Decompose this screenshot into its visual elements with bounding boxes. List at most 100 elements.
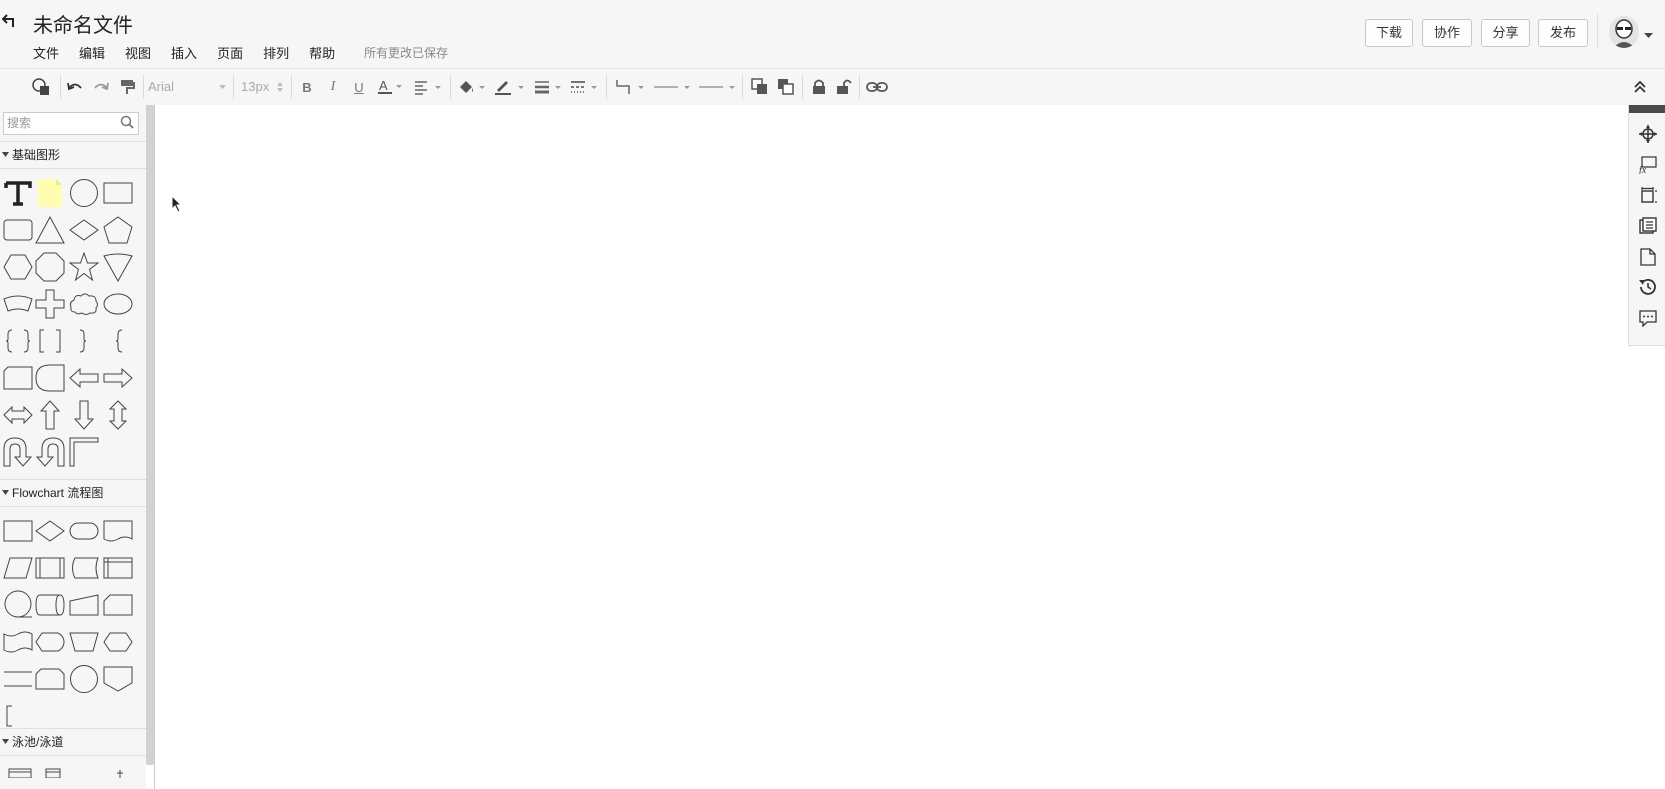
shape-rounded-rectangle[interactable] <box>2 214 34 246</box>
flow-manual-input[interactable] <box>68 589 100 621</box>
shape-cross[interactable] <box>34 288 66 320</box>
search-icon[interactable] <box>120 115 134 134</box>
share-button[interactable]: 分享 <box>1481 19 1530 47</box>
line-end-icon[interactable] <box>697 77 737 97</box>
flow-paper-tape[interactable] <box>2 626 34 658</box>
formula-icon[interactable]: fx <box>1637 154 1659 176</box>
unlock-icon[interactable] <box>835 77 853 97</box>
dimensions-icon[interactable] <box>1637 184 1659 206</box>
user-avatar[interactable] <box>1609 16 1639 48</box>
shapes-icon[interactable] <box>30 77 52 97</box>
flow-manual-operation[interactable] <box>68 626 100 658</box>
flow-sequential-data[interactable] <box>2 589 34 621</box>
shape-corner[interactable] <box>68 436 100 468</box>
menu-edit[interactable]: 编辑 <box>79 43 105 62</box>
page-setup-icon[interactable] <box>1637 215 1659 237</box>
flow-internal-storage[interactable] <box>102 552 134 584</box>
avatar-dropdown-icon[interactable] <box>1644 26 1653 44</box>
line-color-icon[interactable] <box>494 77 526 97</box>
comments-icon[interactable] <box>1637 307 1659 329</box>
flow-document[interactable] <box>102 515 134 547</box>
flow-display[interactable] <box>34 626 66 658</box>
format-painter-icon[interactable] <box>118 77 136 97</box>
redo-icon[interactable] <box>92 77 110 97</box>
font-family-select[interactable]: Arial <box>148 77 228 97</box>
category-swimlanes[interactable]: 泳池/泳道 <box>0 728 146 756</box>
underline-icon[interactable]: U <box>351 77 367 97</box>
shape-u-turn-arrow-left[interactable] <box>34 436 66 468</box>
shape-left-right-arrow[interactable] <box>2 399 34 431</box>
menu-page[interactable]: 页面 <box>217 43 243 62</box>
drawing-canvas[interactable] <box>154 105 1631 789</box>
connector-type-icon[interactable] <box>614 77 646 97</box>
collaborate-button[interactable]: 协作 <box>1422 19 1472 47</box>
bring-to-front-icon[interactable] <box>750 77 770 97</box>
shape-pentagon[interactable] <box>102 214 134 246</box>
line-width-icon[interactable] <box>533 77 563 97</box>
shape-left-brace[interactable] <box>102 325 134 357</box>
shape-triangle[interactable] <box>34 214 66 246</box>
shape-star[interactable] <box>68 251 100 283</box>
shape-delay[interactable] <box>34 362 66 394</box>
shape-text[interactable] <box>2 177 34 209</box>
flow-off-page-reference[interactable] <box>102 663 134 695</box>
menu-file[interactable]: 文件 <box>33 43 59 62</box>
flow-direct-data[interactable] <box>34 589 66 621</box>
shape-braces[interactable] <box>2 325 34 357</box>
shape-diamond[interactable] <box>68 214 100 246</box>
menu-insert[interactable]: 插入 <box>171 43 197 62</box>
flow-on-page-reference[interactable] <box>68 663 100 695</box>
shape-hexagon[interactable] <box>2 251 34 283</box>
font-size-select[interactable]: 13px <box>241 77 285 97</box>
shape-curved-banner[interactable] <box>2 288 34 320</box>
swimlane-vertical[interactable] <box>36 759 68 787</box>
shape-rectangle[interactable] <box>102 177 134 209</box>
flow-decision[interactable] <box>34 515 66 547</box>
line-style-icon[interactable] <box>569 77 599 97</box>
menu-view[interactable]: 视图 <box>125 43 151 62</box>
shape-cone[interactable] <box>102 251 134 283</box>
font-color-icon[interactable]: A <box>377 77 403 97</box>
flow-terminator[interactable] <box>68 515 100 547</box>
flow-data[interactable] <box>2 552 34 584</box>
line-start-icon[interactable] <box>652 77 692 97</box>
flow-process[interactable] <box>2 515 34 547</box>
lock-icon[interactable] <box>810 77 828 97</box>
document-title[interactable]: 未命名文件 <box>33 9 133 38</box>
shape-down-arrow[interactable] <box>68 399 100 431</box>
undo-icon[interactable] <box>66 77 84 97</box>
shape-circle[interactable] <box>68 177 100 209</box>
publish-button[interactable]: 发布 <box>1538 19 1588 47</box>
navigator-icon[interactable] <box>1637 123 1659 145</box>
shape-up-arrow[interactable] <box>34 399 66 431</box>
shape-right-brace[interactable] <box>68 325 100 357</box>
flow-preparation[interactable] <box>102 626 134 658</box>
shape-cloud[interactable] <box>68 288 100 320</box>
sidebar-scrollbar[interactable] <box>146 105 154 765</box>
history-icon[interactable] <box>1637 276 1659 298</box>
flow-card[interactable] <box>102 589 134 621</box>
shape-search-input[interactable] <box>4 113 120 132</box>
link-icon[interactable] <box>866 77 888 97</box>
send-to-back-icon[interactable] <box>776 77 796 97</box>
shape-right-arrow[interactable] <box>102 362 134 394</box>
shape-brackets[interactable] <box>34 325 66 357</box>
italic-icon[interactable]: I <box>325 77 341 97</box>
menu-arrange[interactable]: 排列 <box>263 43 289 62</box>
flow-parallel-mode[interactable] <box>2 663 34 695</box>
flow-loop-limit[interactable] <box>34 663 66 695</box>
bold-icon[interactable]: B <box>299 77 315 97</box>
category-flowchart[interactable]: Flowchart 流程图 <box>0 479 146 507</box>
collapse-toolbar-icon[interactable] <box>1630 77 1650 97</box>
swimlane-horizontal[interactable] <box>4 759 36 787</box>
back-arrow-icon[interactable] <box>1 11 20 31</box>
shape-up-down-arrow[interactable] <box>102 399 134 431</box>
swimlane-separator[interactable] <box>104 759 136 787</box>
category-basic-shapes[interactable]: 基础图形 <box>0 141 146 169</box>
shape-left-arrow[interactable] <box>68 362 100 394</box>
page-icon[interactable] <box>1637 246 1659 268</box>
shape-octagon[interactable] <box>34 251 66 283</box>
shape-u-turn-arrow[interactable] <box>2 436 34 468</box>
shape-ellipse[interactable] <box>102 288 134 320</box>
flow-predefined-process[interactable] <box>34 552 66 584</box>
